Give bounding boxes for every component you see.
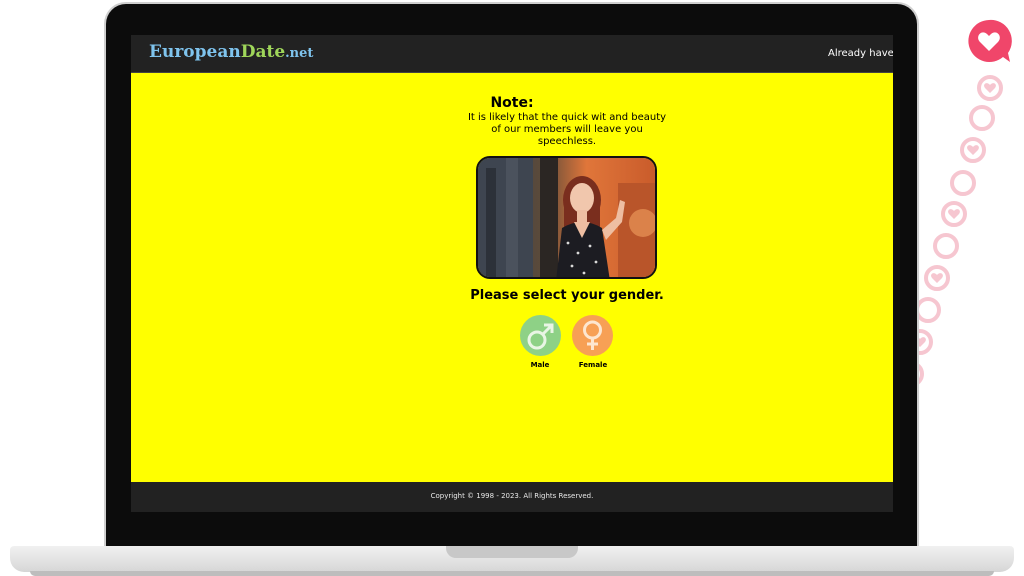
brand-part-european: European xyxy=(149,42,241,62)
site-footer: Copyright © 1998 - 2023. All Rights Rese… xyxy=(131,482,893,512)
female-gender-button[interactable] xyxy=(572,315,613,356)
male-label[interactable]: Male xyxy=(510,361,570,369)
gender-prompt: Please select your gender. xyxy=(470,288,664,303)
heart-chat-logo-icon xyxy=(968,19,1012,62)
brand-part-net: .net xyxy=(285,46,314,61)
male-symbol-icon xyxy=(527,323,554,350)
laptop-screen: EuropeanDate.net Already have a Note: It… xyxy=(131,35,893,512)
laptop-base-shadow xyxy=(30,571,994,576)
site-logo[interactable]: EuropeanDate.net xyxy=(149,42,313,62)
featured-member-photo xyxy=(476,156,657,279)
male-gender-button[interactable] xyxy=(520,315,561,356)
brand-part-date: Date xyxy=(240,42,286,62)
female-symbol-icon xyxy=(583,320,602,350)
note-text: It is likely that the quick wit and beau… xyxy=(467,112,667,147)
copyright-text: Copyright © 1998 - 2023. All Rights Rese… xyxy=(430,492,594,500)
note-title: Note: xyxy=(490,95,534,111)
female-label[interactable]: Female xyxy=(563,361,623,369)
screenshot-stage: EuropeanDate.net Already have a Note: It… xyxy=(0,0,1024,576)
already-member-link[interactable]: Already have a xyxy=(828,48,893,59)
site-header: EuropeanDate.net Already have a xyxy=(131,35,893,73)
laptop-notch xyxy=(446,546,578,558)
